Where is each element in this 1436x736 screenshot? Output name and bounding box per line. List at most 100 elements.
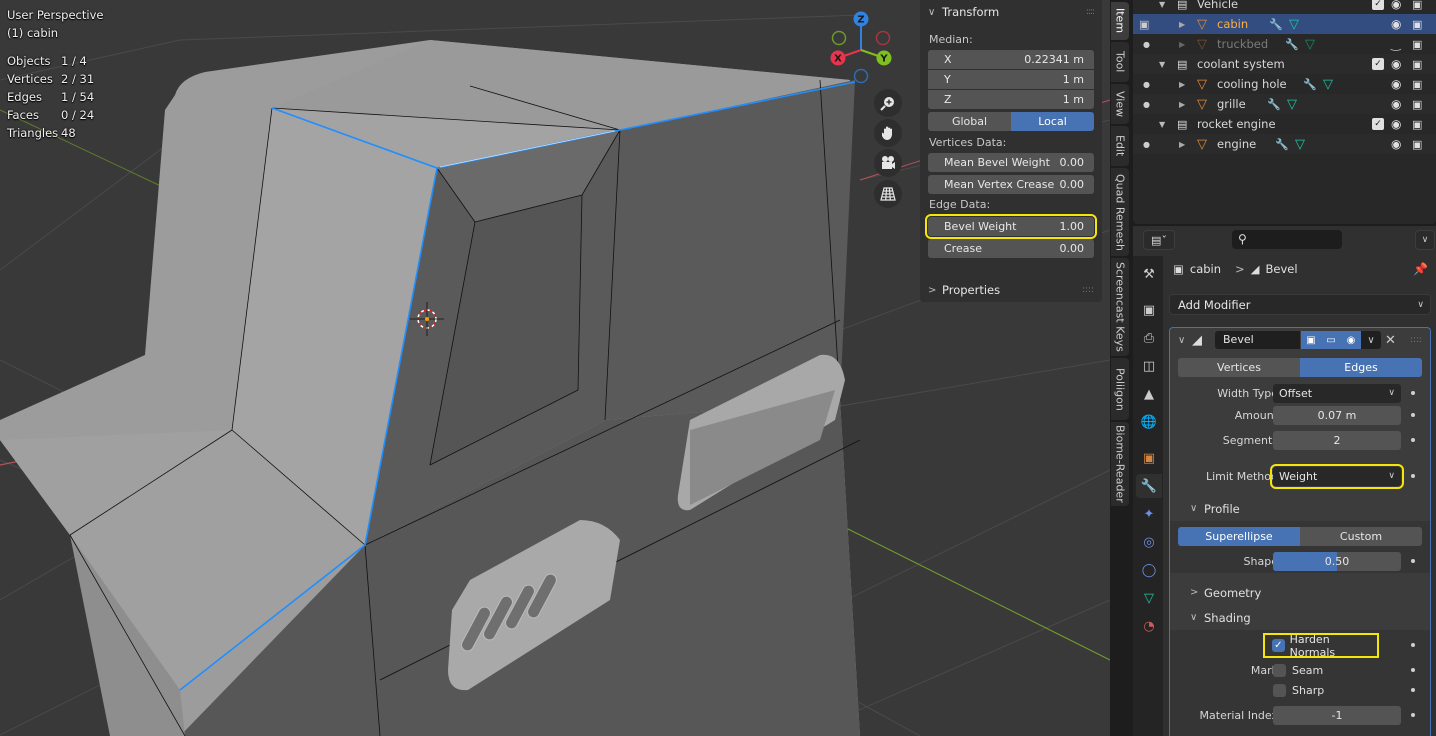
vertices-button[interactable]: Vertices [1178,358,1300,377]
object-name[interactable]: grille [1217,97,1246,111]
keyframe-dot[interactable] [1411,668,1415,672]
object-name[interactable]: truckbed [1217,37,1268,51]
expand-arrow-icon[interactable]: ▼ [1159,120,1165,129]
wrench-modifier-icon[interactable]: 🔧 [1303,78,1317,91]
exclude-checkbox[interactable]: ✓ [1372,118,1384,130]
render-camera-icon[interactable]: ◉ [1341,331,1361,349]
collection-name[interactable]: coolant system [1197,57,1285,71]
modifier-name-field[interactable]: Bevel [1215,331,1300,349]
camera-render-icon[interactable]: ▣ [1412,58,1422,71]
checkbox-checked[interactable]: ✓ [1272,639,1285,652]
camera-render-icon[interactable]: ▣ [1412,78,1422,91]
exclude-checkbox[interactable]: ✓ [1372,58,1384,70]
eye-closed-icon[interactable]: ‿ [1391,37,1401,51]
gizmo-neg-x[interactable] [875,30,891,46]
geometry-subpanel-header[interactable]: > Geometry [1170,580,1430,605]
viewport-display-icon[interactable]: ▭ [1321,331,1341,349]
shape-slider[interactable]: 0.50 [1273,551,1401,571]
profile-subpanel-header[interactable]: ∨ Profile [1170,496,1430,521]
wrench-modifier-icon[interactable]: 🔧 [1269,18,1283,31]
tab-item[interactable]: Item [1111,2,1129,40]
camera-icon[interactable] [874,149,902,177]
camera-render-icon[interactable]: ▣ [1412,138,1422,151]
gizmo-neg-y[interactable] [831,30,847,46]
mean-bevel-weight-field[interactable]: Mean Bevel Weight 0.00 [928,153,1094,172]
properties-panel-header[interactable]: > Properties :::: [920,278,1102,302]
transform-panel-header[interactable]: ∨ Transform :::: [920,0,1102,24]
modifiers-wrench-icon[interactable]: 🔧 [1136,474,1162,498]
cabin-mesh[interactable] [0,40,861,736]
tab-biome-reader[interactable]: Biome-Reader [1111,422,1129,506]
median-z-field[interactable]: Z 1 m [928,90,1094,109]
output-icon[interactable]: ⎙ [1136,326,1162,350]
wrench-modifier-icon[interactable]: 🔧 [1275,138,1289,151]
object-name[interactable]: cabin [1217,17,1248,31]
outliner-row-cooling-hole[interactable]: ● ▶ ▽ cooling hole 🔧 ▽ ◉ ▣ [1133,74,1436,94]
eye-icon[interactable]: ◉ [1391,0,1401,11]
outliner-row-coolant-system[interactable]: ▼ ▤ coolant system ✓ ◉ ▣ [1133,54,1436,74]
collection-name[interactable]: Vehicle [1197,0,1238,11]
outliner-row-engine[interactable]: ● ▶ ▽ engine 🔧 ▽ ◉ ▣ [1133,134,1436,154]
outliner-row-rocket-engine[interactable]: ▼ ▤ rocket engine ✓ ◉ ▣ [1133,114,1436,134]
drag-grip-icon[interactable]: :::: [1086,7,1095,17]
segments-field[interactable]: 2 [1273,430,1401,450]
mesh-data-icon[interactable]: ▽ [1287,97,1297,112]
drag-grip-icon[interactable]: :::: [1410,335,1422,345]
keyframe-dot[interactable] [1411,391,1415,395]
grid-ortho-icon[interactable] [874,180,902,208]
world-icon[interactable]: 🌐 [1136,410,1162,434]
eye-icon[interactable]: ◉ [1391,117,1401,131]
local-button[interactable]: Local [1011,112,1094,131]
close-icon[interactable]: ✕ [1385,333,1396,348]
expand-arrow-icon[interactable]: ▼ [1159,0,1165,9]
keyframe-dot[interactable] [1411,438,1415,442]
gizmo-neg-z[interactable] [853,68,869,84]
object-name[interactable]: engine [1217,137,1256,151]
crease-field[interactable]: Crease 0.00 [928,239,1094,258]
constraints-icon[interactable]: ◯ [1136,558,1162,582]
physics-icon[interactable]: ◎ [1136,530,1162,554]
pin-icon[interactable]: 📌 [1413,262,1428,276]
object-icon[interactable]: ▣ [1136,446,1162,470]
camera-render-icon[interactable]: ▣ [1412,98,1422,111]
keyframe-dot[interactable] [1411,688,1415,692]
eye-icon[interactable]: ◉ [1391,77,1401,91]
outliner[interactable]: ▼ ▤ Vehicle ✓ ◉ ▣ ▣ ▶ ▽ cabin 🔧 ▽ ◉ ▣ ● … [1133,0,1436,224]
mesh-data-icon[interactable]: ▽ [1305,37,1315,52]
expand-arrow-icon[interactable]: ▶ [1179,100,1185,109]
mesh-data-icon[interactable]: ▽ [1289,17,1299,32]
mesh-data-icon[interactable]: ▽ [1323,77,1333,92]
outliner-row-grille[interactable]: ● ▶ ▽ grille 🔧 ▽ ◉ ▣ [1133,94,1436,114]
tab-quad-remesh[interactable]: Quad Remesh [1111,168,1129,256]
zoom-icon[interactable] [874,89,902,117]
keyframe-dot[interactable] [1411,559,1415,563]
object-name[interactable]: cooling hole [1217,77,1287,91]
harden-normals-checkbox[interactable]: ✓ Harden Normals [1263,633,1379,659]
keyframe-dot[interactable] [1411,474,1415,478]
camera-render-icon[interactable]: ▣ [1412,38,1422,51]
material-index-field[interactable]: -1 [1273,705,1401,725]
camera-render-icon[interactable]: ▣ [1412,118,1422,131]
median-y-field[interactable]: Y 1 m [928,70,1094,89]
median-x-field[interactable]: X 0.22341 m [928,50,1094,69]
options-dropdown-button[interactable]: ∨ [1415,230,1435,250]
expand-arrow-icon[interactable]: ▶ [1179,140,1185,149]
custom-button[interactable]: Custom [1300,527,1422,546]
add-modifier-dropdown[interactable]: Add Modifier ∨ [1169,294,1431,315]
drag-grip-icon[interactable]: :::: [1082,285,1094,295]
properties-search-input[interactable]: ⚲ [1232,230,1342,249]
navigation-gizmo[interactable]: Z X Y [826,10,898,86]
shading-subpanel-header[interactable]: ∨ Shading [1170,605,1430,630]
bevel-weight-field[interactable]: Bevel Weight 1.00 [925,214,1097,239]
scene-icon[interactable]: ▲ [1136,382,1162,406]
outliner-row-vehicle[interactable]: ▼ ▤ Vehicle ✓ ◉ ▣ [1133,0,1436,14]
edges-button[interactable]: Edges [1300,358,1422,377]
eye-icon[interactable]: ◉ [1391,97,1401,111]
modifier-menu-dropdown[interactable]: ∨ [1361,331,1381,349]
tab-edit[interactable]: Edit [1111,126,1129,166]
tab-view[interactable]: View [1111,84,1129,124]
eye-icon[interactable]: ◉ [1391,57,1401,71]
wrench-modifier-icon[interactable]: 🔧 [1285,38,1299,51]
particles-icon[interactable]: ✦ [1136,502,1162,526]
superellipse-button[interactable]: Superellipse [1178,527,1300,546]
